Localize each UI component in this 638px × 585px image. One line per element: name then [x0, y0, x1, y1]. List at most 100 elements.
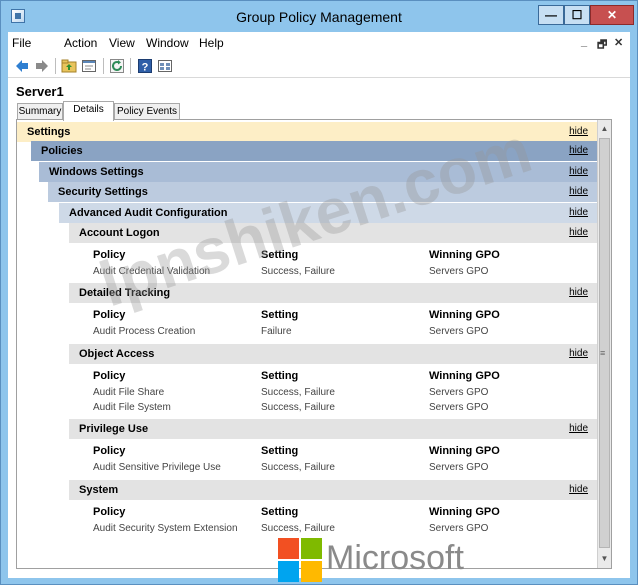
up-folder-icon[interactable]: [61, 58, 77, 74]
maximize-button[interactable]: ☐: [564, 5, 590, 25]
column-header-setting: Setting: [261, 309, 299, 321]
hide-link[interactable]: hide: [569, 480, 588, 500]
category-header-object-access[interactable]: Object Access hide: [69, 344, 598, 364]
category-label: System: [79, 484, 119, 496]
advanced-audit-label: Advanced Audit Configuration: [69, 207, 228, 219]
policies-header[interactable]: Policies hide: [31, 141, 598, 161]
hide-link[interactable]: hide: [569, 344, 588, 364]
column-header-setting: Setting: [261, 370, 299, 382]
mdi-close-button[interactable]: ✕: [614, 36, 623, 49]
policy-cell: Audit File System: [93, 402, 171, 413]
column-header-winning-gpo: Winning GPO: [429, 370, 500, 382]
menu-window[interactable]: Window: [146, 36, 189, 50]
menu-file[interactable]: File: [12, 36, 31, 50]
column-header-setting: Setting: [261, 445, 299, 457]
category-label: Detailed Tracking: [79, 287, 171, 299]
category-header-privilege-use[interactable]: Privilege Use hide: [69, 419, 598, 439]
column-header-policy: Policy: [93, 249, 126, 261]
toolbar-separator: [130, 58, 131, 74]
toolbar-separator: [55, 58, 56, 74]
vertical-scrollbar[interactable]: ▲ ≡ ▼: [597, 120, 611, 568]
forward-arrow-icon[interactable]: [34, 58, 50, 74]
security-settings-label: Security Settings: [58, 186, 148, 198]
category-header-system[interactable]: System hide: [69, 480, 598, 500]
column-header-winning-gpo: Winning GPO: [429, 445, 500, 457]
hide-link[interactable]: hide: [569, 162, 588, 182]
app-window: Group Policy Management — ☐ ✕ File Actio…: [0, 0, 638, 585]
title-bar[interactable]: Group Policy Management — ☐ ✕: [1, 1, 637, 32]
properties-icon[interactable]: [81, 58, 97, 74]
minimize-button[interactable]: —: [538, 5, 564, 25]
setting-cell: Success, Failure: [261, 266, 335, 277]
hide-link[interactable]: hide: [569, 122, 588, 142]
category-label: Object Access: [79, 348, 155, 360]
setting-cell: Success, Failure: [261, 523, 335, 534]
column-header-policy: Policy: [93, 445, 126, 457]
tab-details[interactable]: Details: [63, 101, 114, 121]
category-header-account-logon[interactable]: Account Logon hide: [69, 223, 598, 243]
hide-link[interactable]: hide: [569, 283, 588, 303]
column-header-policy: Policy: [93, 506, 126, 518]
settings-label: Settings: [27, 126, 71, 138]
page-title: Server1: [16, 84, 64, 99]
hide-link[interactable]: hide: [569, 419, 588, 439]
policy-cell: Audit Credential Validation: [93, 266, 211, 277]
gpo-cell: Servers GPO: [429, 326, 489, 337]
close-button[interactable]: ✕: [590, 5, 634, 25]
refresh-icon[interactable]: [109, 58, 125, 74]
scroll-grip-icon: ≡: [600, 348, 606, 358]
setting-cell: Failure: [261, 326, 292, 337]
policy-cell: Audit Security System Extension: [93, 523, 238, 534]
menu-view[interactable]: View: [109, 36, 135, 50]
security-settings-header[interactable]: Security Settings hide: [48, 182, 598, 202]
menu-action[interactable]: Action: [64, 36, 97, 50]
microsoft-logo-icon: [278, 538, 322, 582]
client-area: File Action View Window Help _ 🗗 ✕ ? Ser…: [8, 32, 630, 578]
view-icon[interactable]: [157, 58, 173, 74]
column-header-policy: Policy: [93, 370, 126, 382]
details-panel: Settings hide Policies hide Windows Sett…: [16, 119, 612, 569]
tab-policy-events[interactable]: Policy Events: [114, 103, 180, 120]
gpo-cell: Servers GPO: [429, 523, 489, 534]
help-icon[interactable]: ?: [137, 58, 153, 74]
windows-settings-label: Windows Settings: [49, 166, 144, 178]
setting-cell: Success, Failure: [261, 462, 335, 473]
toolbar-separator: [103, 58, 104, 74]
menu-help[interactable]: Help: [199, 36, 224, 50]
policies-label: Policies: [41, 145, 83, 157]
svg-text:?: ?: [142, 62, 149, 74]
category-header-detailed-tracking[interactable]: Detailed Tracking hide: [69, 283, 598, 303]
mdi-minimize-button[interactable]: _: [581, 36, 587, 48]
scroll-down-icon[interactable]: ▼: [598, 552, 611, 566]
menu-bar: File Action View Window Help _ 🗗 ✕: [8, 32, 630, 54]
gpo-cell: Servers GPO: [429, 266, 489, 277]
tab-summary[interactable]: Summary: [17, 103, 63, 120]
back-arrow-icon[interactable]: [14, 58, 30, 74]
mdi-restore-button[interactable]: 🗗: [597, 36, 607, 55]
category-label: Account Logon: [79, 227, 160, 239]
column-header-setting: Setting: [261, 249, 299, 261]
hide-link[interactable]: hide: [569, 203, 588, 223]
column-header-winning-gpo: Winning GPO: [429, 506, 500, 518]
policy-cell: Audit Process Creation: [93, 326, 196, 337]
column-header-policy: Policy: [93, 309, 126, 321]
hide-link[interactable]: hide: [569, 223, 588, 243]
setting-cell: Success, Failure: [261, 402, 335, 413]
category-label: Privilege Use: [79, 423, 149, 435]
gpo-cell: Servers GPO: [429, 402, 489, 413]
scroll-up-icon[interactable]: ▲: [598, 122, 611, 136]
policy-cell: Audit Sensitive Privilege Use: [93, 462, 221, 473]
hide-link[interactable]: hide: [569, 182, 588, 202]
column-header-winning-gpo: Winning GPO: [429, 309, 500, 321]
toolbar: ?: [8, 54, 630, 78]
advanced-audit-header[interactable]: Advanced Audit Configuration hide: [59, 203, 598, 223]
settings-report[interactable]: Settings hide Policies hide Windows Sett…: [17, 120, 598, 568]
gpo-cell: Servers GPO: [429, 462, 489, 473]
scroll-thumb[interactable]: [599, 138, 610, 548]
windows-settings-header[interactable]: Windows Settings hide: [39, 162, 598, 182]
column-header-winning-gpo: Winning GPO: [429, 249, 500, 261]
policy-cell: Audit File Share: [93, 387, 165, 398]
microsoft-brand-text: Microsoft: [326, 539, 464, 577]
settings-header[interactable]: Settings hide: [17, 122, 598, 142]
hide-link[interactable]: hide: [569, 141, 588, 161]
